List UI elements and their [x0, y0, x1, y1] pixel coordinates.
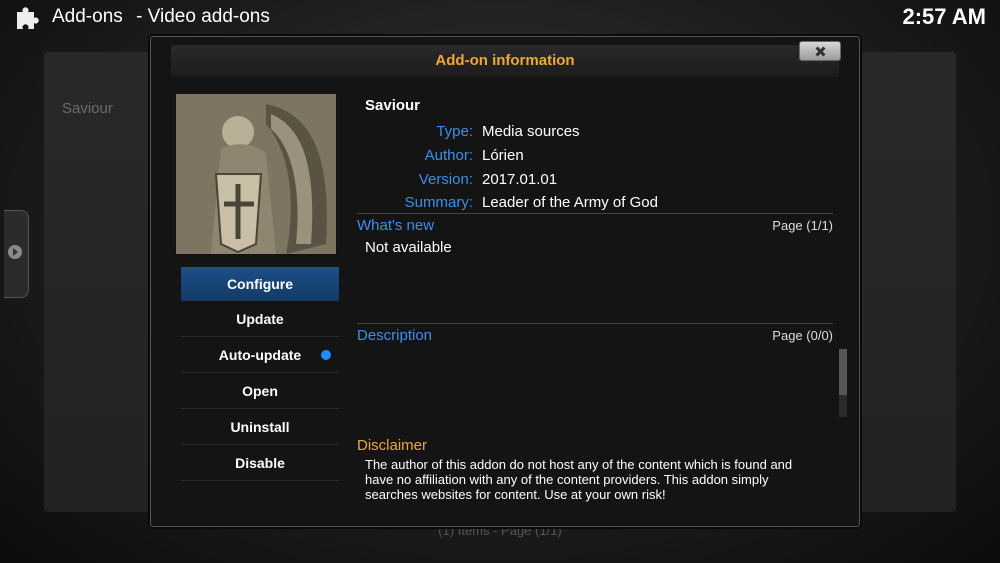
breadcrumb-separator: - [136, 6, 143, 27]
breadcrumb-subsection: Video add-ons [147, 6, 270, 27]
summary-row: Summary: Leader of the Army of God [365, 194, 805, 211]
side-menu-tab[interactable] [4, 210, 29, 298]
top-bar: Add-ons - Video add-ons 2:57 AM [0, 0, 1000, 34]
addon-poster [175, 93, 337, 255]
disclaimer-text: The author of this addon do not host any… [365, 457, 793, 502]
whats-new-page: Page (1/1) [772, 218, 833, 233]
dialog-title: Add-on information [435, 52, 575, 69]
version-row: Version: 2017.01.01 [365, 171, 805, 188]
disable-button[interactable]: Disable [181, 446, 339, 481]
auto-update-label: Auto-update [218, 347, 302, 363]
toggle-on-icon [321, 350, 331, 360]
description-title: Description [357, 327, 433, 344]
divider [357, 323, 833, 324]
scrollbar-thumb[interactable] [839, 349, 847, 395]
version-label: Version: [418, 171, 473, 188]
author-label: Author: [424, 147, 473, 164]
configure-button[interactable]: Configure [181, 267, 339, 301]
breadcrumb: Add-ons - Video add-ons [52, 6, 270, 28]
divider [357, 213, 833, 214]
addon-name: Saviour [365, 97, 421, 114]
breadcrumb-section: Add-ons [52, 6, 123, 27]
addon-info-dialog: Add-on information Configure Update Auto… [150, 36, 860, 527]
description-scrollbar[interactable] [839, 349, 847, 417]
whats-new-title: What's new [357, 217, 435, 234]
author-row: Author: Lórien [365, 147, 805, 164]
update-button[interactable]: Update [181, 302, 339, 337]
dialog-header: Add-on information [171, 45, 839, 77]
author-value: Lórien [482, 147, 524, 164]
arrow-right-icon [8, 245, 22, 259]
whats-new-text: Not available [365, 239, 452, 256]
open-button[interactable]: Open [181, 374, 339, 409]
uninstall-button[interactable]: Uninstall [181, 410, 339, 445]
clock: 2:57 AM [902, 4, 986, 29]
close-icon[interactable] [799, 41, 841, 61]
background-list-item[interactable]: Saviour [62, 100, 113, 117]
type-row: Type: Media sources [365, 123, 805, 140]
summary-label: Summary: [404, 194, 473, 211]
version-value: 2017.01.01 [482, 171, 558, 188]
addon-action-menu: Configure Update Auto-update Open Uninst… [181, 267, 339, 482]
description-page: Page (0/0) [772, 328, 833, 343]
type-label: Type: [436, 123, 473, 140]
auto-update-toggle[interactable]: Auto-update [181, 338, 339, 373]
angel-statue-image [176, 94, 336, 254]
disclaimer-title: Disclaimer [357, 437, 428, 454]
summary-value: Leader of the Army of God [482, 194, 658, 211]
puzzle-icon [17, 7, 39, 29]
type-value: Media sources [482, 123, 580, 140]
